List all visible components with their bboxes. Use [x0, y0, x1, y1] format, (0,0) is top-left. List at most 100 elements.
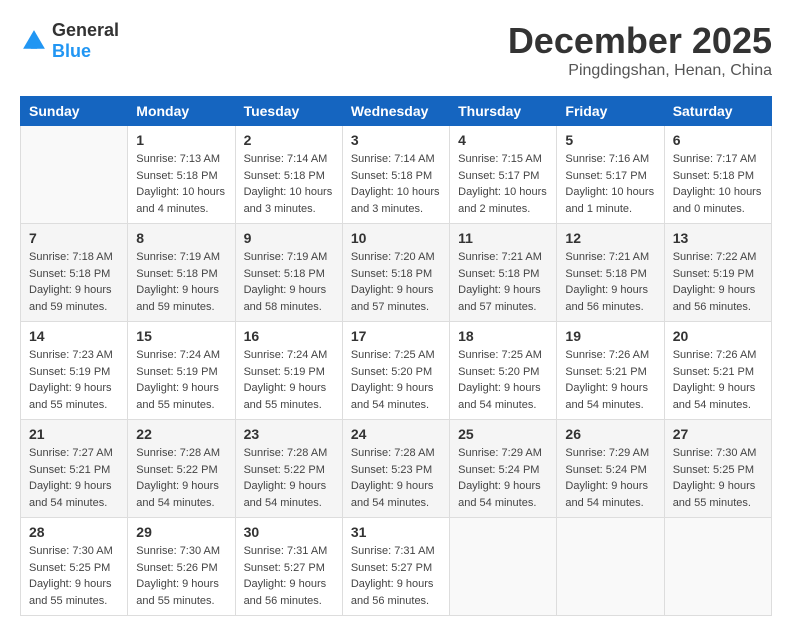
calendar-cell: 12Sunrise: 7:21 AM Sunset: 5:18 PM Dayli… — [557, 224, 664, 322]
day-info: Sunrise: 7:28 AM Sunset: 5:22 PM Dayligh… — [244, 445, 334, 511]
day-info: Sunrise: 7:29 AM Sunset: 5:24 PM Dayligh… — [458, 445, 548, 511]
day-info: Sunrise: 7:27 AM Sunset: 5:21 PM Dayligh… — [29, 445, 119, 511]
weekday-header-tuesday: Tuesday — [235, 97, 342, 126]
weekday-header-sunday: Sunday — [21, 97, 128, 126]
calendar-cell: 18 Sunrise: 7:25 AM Sunset: 5:20 PM Dayli… — [450, 322, 557, 420]
weekday-header-thursday: Thursday — [450, 97, 557, 126]
day-number: 7 — [29, 230, 119, 246]
calendar-cell: 17Sunrise: 7:25 AM Sunset: 5:20 PM Dayli… — [342, 322, 449, 420]
calendar-cell: 26 Sunrise: 7:29 AM Sunset: 5:24 PM Dayli… — [557, 420, 664, 518]
calendar-cell: 7 Sunrise: 7:18 AM Sunset: 5:18 PM Daylig… — [21, 224, 128, 322]
day-number: 27 — [673, 426, 763, 442]
day-number: 10 — [351, 230, 441, 246]
calendar-cell: 9 Sunrise: 7:19 AM Sunset: 5:18 PM Daylig… — [235, 224, 342, 322]
day-number: 6 — [673, 132, 763, 148]
calendar-cell: 24Sunrise: 7:28 AM Sunset: 5:23 PM Dayli… — [342, 420, 449, 518]
calendar-cell: 22 Sunrise: 7:28 AM Sunset: 5:22 PM Dayli… — [128, 420, 235, 518]
week-row-5: 28 Sunrise: 7:30 AM Sunset: 5:25 PM Dayli… — [21, 518, 772, 616]
day-info: Sunrise: 7:25 AM Sunset: 5:20 PM Dayligh… — [458, 347, 548, 413]
day-info: Sunrise: 7:19 AM Sunset: 5:18 PM Dayligh… — [136, 249, 226, 315]
calendar-cell: 4Sunrise: 7:15 AM Sunset: 5:17 PM Daylig… — [450, 126, 557, 224]
day-info: Sunrise: 7:24 AM Sunset: 5:19 PM Dayligh… — [136, 347, 226, 413]
calendar-cell: 31 Sunrise: 7:31 AM Sunset: 5:27 PM Dayli… — [342, 518, 449, 616]
weekday-header-row: SundayMondayTuesdayWednesdayThursdayFrid… — [21, 97, 772, 126]
day-number: 11 — [458, 230, 548, 246]
day-info: Sunrise: 7:19 AM Sunset: 5:18 PM Dayligh… — [244, 249, 334, 315]
day-number: 17 — [351, 328, 441, 344]
day-info: Sunrise: 7:26 AM Sunset: 5:21 PM Dayligh… — [565, 347, 655, 413]
calendar-cell: 3Sunrise: 7:14 AM Sunset: 5:18 PM Daylig… — [342, 126, 449, 224]
calendar-cell: 1 Sunrise: 7:13 AM Sunset: 5:18 PM Daylig… — [128, 126, 235, 224]
page-header: General Blue December 2025 Pingdingshan,… — [20, 20, 772, 80]
day-number: 30 — [244, 524, 334, 540]
day-info: Sunrise: 7:16 AM Sunset: 5:17 PM Dayligh… — [565, 151, 655, 217]
day-info: Sunrise: 7:21 AM Sunset: 5:18 PM Dayligh… — [565, 249, 655, 315]
day-number: 8 — [136, 230, 226, 246]
weekday-header-monday: Monday — [128, 97, 235, 126]
title-area: December 2025 Pingdingshan, Henan, China — [508, 20, 772, 80]
day-info: Sunrise: 7:28 AM Sunset: 5:22 PM Dayligh… — [136, 445, 226, 511]
week-row-4: 21Sunrise: 7:27 AM Sunset: 5:21 PM Dayli… — [21, 420, 772, 518]
day-number: 15 — [136, 328, 226, 344]
day-info: Sunrise: 7:31 AM Sunset: 5:27 PM Dayligh… — [244, 543, 334, 609]
day-number: 24 — [351, 426, 441, 442]
day-number: 31 — [351, 524, 441, 540]
calendar-cell — [664, 518, 771, 616]
day-info: Sunrise: 7:30 AM Sunset: 5:25 PM Dayligh… — [29, 543, 119, 609]
day-number: 13 — [673, 230, 763, 246]
calendar-cell — [557, 518, 664, 616]
calendar-cell: 25 Sunrise: 7:29 AM Sunset: 5:24 PM Dayli… — [450, 420, 557, 518]
calendar-cell: 10 Sunrise: 7:20 AM Sunset: 5:18 PM Dayli… — [342, 224, 449, 322]
day-number: 1 — [136, 132, 226, 148]
day-number: 25 — [458, 426, 548, 442]
day-info: Sunrise: 7:31 AM Sunset: 5:27 PM Dayligh… — [351, 543, 441, 609]
day-info: Sunrise: 7:26 AM Sunset: 5:21 PM Dayligh… — [673, 347, 763, 413]
day-info: Sunrise: 7:13 AM Sunset: 5:18 PM Dayligh… — [136, 151, 226, 217]
calendar-cell — [450, 518, 557, 616]
calendar-cell: 8 Sunrise: 7:19 AM Sunset: 5:18 PM Daylig… — [128, 224, 235, 322]
day-number: 9 — [244, 230, 334, 246]
day-number: 2 — [244, 132, 334, 148]
month-title: December 2025 — [508, 20, 772, 62]
day-number: 23 — [244, 426, 334, 442]
calendar-cell: 2Sunrise: 7:14 AM Sunset: 5:18 PM Daylig… — [235, 126, 342, 224]
day-number: 26 — [565, 426, 655, 442]
weekday-header-saturday: Saturday — [664, 97, 771, 126]
week-row-3: 14 Sunrise: 7:23 AM Sunset: 5:19 PM Dayli… — [21, 322, 772, 420]
calendar-cell: 15 Sunrise: 7:24 AM Sunset: 5:19 PM Dayli… — [128, 322, 235, 420]
calendar-cell: 6 Sunrise: 7:17 AM Sunset: 5:18 PM Daylig… — [664, 126, 771, 224]
calendar-cell: 19 Sunrise: 7:26 AM Sunset: 5:21 PM Dayli… — [557, 322, 664, 420]
day-info: Sunrise: 7:23 AM Sunset: 5:19 PM Dayligh… — [29, 347, 119, 413]
calendar-cell: 30 Sunrise: 7:31 AM Sunset: 5:27 PM Dayli… — [235, 518, 342, 616]
location-subtitle: Pingdingshan, Henan, China — [508, 62, 772, 80]
day-info: Sunrise: 7:20 AM Sunset: 5:18 PM Dayligh… — [351, 249, 441, 315]
day-info: Sunrise: 7:18 AM Sunset: 5:18 PM Dayligh… — [29, 249, 119, 315]
day-number: 29 — [136, 524, 226, 540]
day-number: 18 — [458, 328, 548, 344]
calendar-cell: 20Sunrise: 7:26 AM Sunset: 5:21 PM Dayli… — [664, 322, 771, 420]
calendar-cell: 16 Sunrise: 7:24 AM Sunset: 5:19 PM Dayli… — [235, 322, 342, 420]
day-number: 14 — [29, 328, 119, 344]
calendar-table: SundayMondayTuesdayWednesdayThursdayFrid… — [20, 96, 772, 616]
logo-general-text: General — [52, 20, 119, 40]
week-row-1: 1 Sunrise: 7:13 AM Sunset: 5:18 PM Daylig… — [21, 126, 772, 224]
day-info: Sunrise: 7:30 AM Sunset: 5:25 PM Dayligh… — [673, 445, 763, 511]
day-number: 3 — [351, 132, 441, 148]
day-info: Sunrise: 7:17 AM Sunset: 5:18 PM Dayligh… — [673, 151, 763, 217]
day-info: Sunrise: 7:24 AM Sunset: 5:19 PM Dayligh… — [244, 347, 334, 413]
logo-blue-text: Blue — [52, 41, 91, 61]
calendar-cell — [21, 126, 128, 224]
day-number: 22 — [136, 426, 226, 442]
weekday-header-friday: Friday — [557, 97, 664, 126]
day-number: 19 — [565, 328, 655, 344]
day-info: Sunrise: 7:29 AM Sunset: 5:24 PM Dayligh… — [565, 445, 655, 511]
day-number: 4 — [458, 132, 548, 148]
day-number: 28 — [29, 524, 119, 540]
calendar-cell: 29Sunrise: 7:30 AM Sunset: 5:26 PM Dayli… — [128, 518, 235, 616]
weekday-header-wednesday: Wednesday — [342, 97, 449, 126]
day-number: 16 — [244, 328, 334, 344]
calendar-cell: 13Sunrise: 7:22 AM Sunset: 5:19 PM Dayli… — [664, 224, 771, 322]
logo: General Blue — [20, 20, 119, 62]
calendar-cell: 11Sunrise: 7:21 AM Sunset: 5:18 PM Dayli… — [450, 224, 557, 322]
calendar-cell: 14 Sunrise: 7:23 AM Sunset: 5:19 PM Dayli… — [21, 322, 128, 420]
